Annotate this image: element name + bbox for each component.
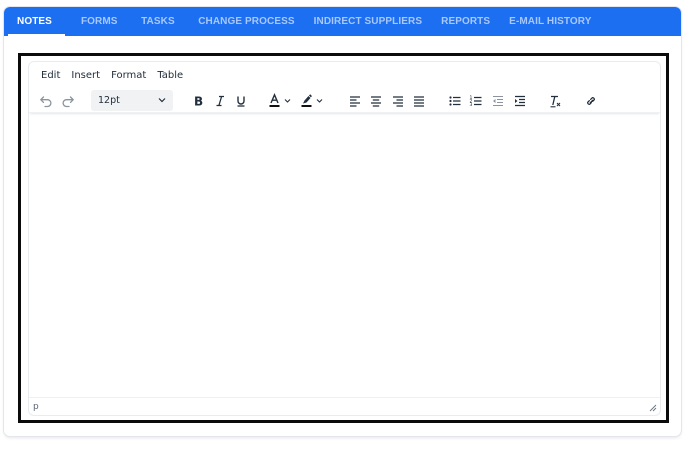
bold-icon[interactable]: B — [189, 91, 207, 111]
numbered-list-icon[interactable]: 123 — [467, 91, 485, 111]
svg-text:3: 3 — [470, 102, 473, 108]
clear-formatting-icon[interactable] — [546, 91, 564, 111]
tab-forms[interactable]: FORMS — [65, 7, 127, 36]
resize-handle-icon[interactable] — [649, 404, 657, 412]
highlight-color-icon[interactable] — [299, 91, 329, 111]
menu-format[interactable]: Format — [106, 67, 152, 84]
chevron-down-icon — [158, 98, 166, 103]
text-color-icon[interactable] — [267, 91, 297, 111]
editor-frame: Edit Insert Format Table 12pt B 1 2 3 p — [18, 53, 669, 423]
element-path[interactable]: p — [33, 402, 39, 412]
align-left-icon[interactable] — [346, 91, 364, 111]
font-size-select[interactable]: 12pt — [91, 90, 173, 111]
tab-indirect-suppliers[interactable]: INDIRECT SUPPLIERS — [304, 7, 431, 36]
editor-menubar: Edit Insert Format Table — [29, 62, 660, 89]
italic-icon[interactable] — [211, 91, 229, 111]
redo-icon[interactable] — [59, 91, 77, 111]
tab-email-history[interactable]: E-MAIL HISTORY — [500, 7, 601, 36]
menu-table[interactable]: Table — [152, 67, 189, 84]
tab-bar: NOTES FORMS TASKS CHANGE PROCESS INDIREC… — [4, 7, 681, 36]
indent-icon[interactable] — [511, 91, 529, 111]
tab-reports[interactable]: REPORTS — [432, 7, 500, 36]
editor-statusbar: p — [29, 397, 660, 415]
align-center-icon[interactable] — [367, 91, 385, 111]
align-justify-icon[interactable] — [410, 91, 428, 111]
svg-text:B: B — [194, 95, 203, 109]
tab-tasks[interactable]: TASKS — [127, 7, 184, 36]
align-right-icon[interactable] — [389, 91, 407, 111]
menu-edit[interactable]: Edit — [35, 67, 66, 84]
tab-notes[interactable]: NOTES — [8, 7, 65, 36]
font-size-value: 12pt — [98, 95, 120, 106]
underline-icon[interactable] — [232, 91, 250, 111]
tab-change-process[interactable]: CHANGE PROCESS — [184, 7, 304, 36]
bullet-list-icon[interactable] — [446, 91, 464, 111]
rich-text-editor: Edit Insert Format Table 12pt B 1 2 3 p — [28, 61, 661, 416]
undo-icon[interactable] — [37, 91, 55, 111]
editor-content-area[interactable] — [29, 116, 660, 396]
outdent-icon[interactable] — [489, 91, 507, 111]
editor-toolbar: 12pt B 1 2 3 — [29, 89, 660, 113]
menu-insert[interactable]: Insert — [66, 67, 106, 84]
link-icon[interactable] — [582, 91, 600, 111]
